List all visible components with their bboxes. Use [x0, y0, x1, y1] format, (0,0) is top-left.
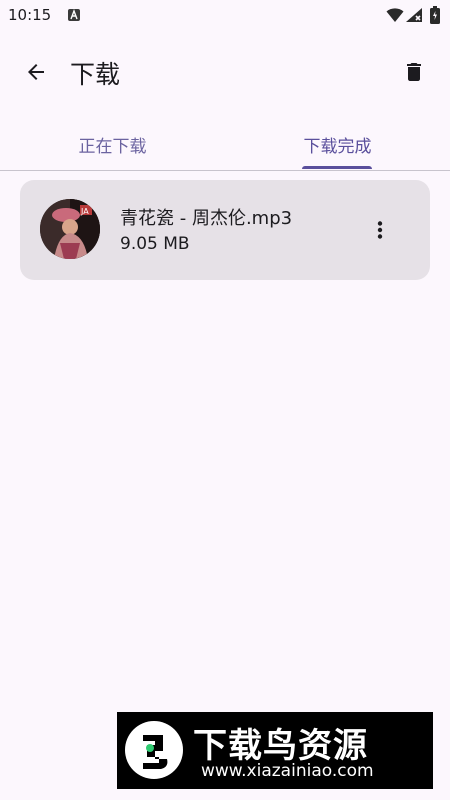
download-item[interactable]: JA 青花瓷 - 周杰伦.mp3 9.05 MB	[20, 180, 430, 280]
watermark-title: 下载鸟资源	[193, 726, 368, 766]
svg-text:JA: JA	[80, 207, 89, 216]
wifi-icon	[386, 8, 404, 22]
status-time: 10:15	[8, 6, 52, 24]
watermark: 下载鸟资源 www.xiazainiao.com	[117, 712, 433, 789]
tab-bar: 正在下载 下载完成	[0, 118, 450, 171]
tab-completed[interactable]: 下载完成	[225, 118, 450, 170]
signal-icon	[406, 8, 422, 22]
arrow-back-icon	[28, 64, 44, 80]
trash-icon	[407, 63, 421, 81]
more-vert-icon	[377, 221, 383, 239]
file-size: 9.05 MB	[120, 234, 190, 254]
accessibility-notification-icon	[68, 9, 80, 21]
page-title: 下载	[70, 60, 121, 89]
more-options-button[interactable]	[364, 214, 396, 246]
status-bar: 10:15	[0, 0, 450, 32]
file-name: 青花瓷 - 周杰伦.mp3	[120, 208, 293, 229]
back-button[interactable]	[18, 54, 54, 90]
tab-indicator	[302, 166, 372, 169]
watermark-logo-icon	[125, 721, 183, 779]
tab-downloading[interactable]: 正在下载	[0, 118, 225, 170]
delete-button[interactable]	[396, 54, 432, 90]
app-bar: 下载	[0, 40, 450, 104]
album-art: JA	[40, 199, 100, 259]
watermark-url: www.xiazainiao.com	[201, 761, 374, 781]
battery-icon	[430, 6, 440, 24]
